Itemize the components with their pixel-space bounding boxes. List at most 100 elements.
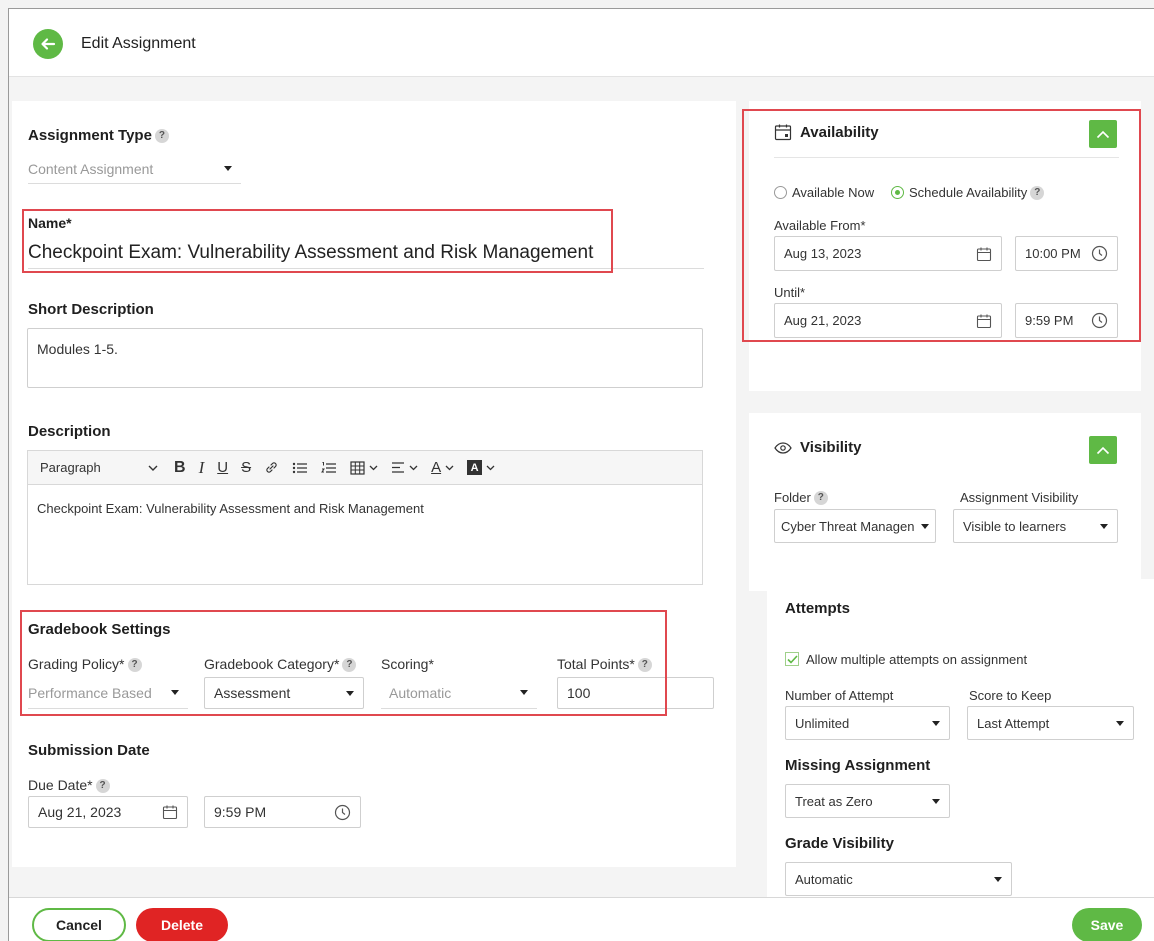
clock-icon[interactable] <box>1091 312 1108 329</box>
until-date-input[interactable]: Aug 21, 2023 <box>774 303 1002 338</box>
allow-multiple-checkbox[interactable] <box>785 652 799 666</box>
eye-icon <box>774 441 792 454</box>
total-points-label: Total Points*? <box>557 656 652 672</box>
grading-policy-select[interactable]: Performance Based <box>28 677 188 709</box>
availability-title: Availability <box>774 123 879 141</box>
name-label: Name* <box>28 215 72 231</box>
available-from-label: Available From* <box>774 218 866 233</box>
folder-label: Folder? <box>774 490 828 505</box>
visibility-collapse-button[interactable] <box>1089 436 1117 464</box>
chevron-up-icon <box>1096 130 1110 139</box>
chevron-down-icon <box>346 690 354 696</box>
clock-icon[interactable] <box>334 804 351 821</box>
chevron-down-icon <box>520 690 528 695</box>
missing-assignment-select[interactable]: Treat as Zero <box>785 784 950 818</box>
help-icon[interactable]: ? <box>95 779 110 793</box>
underline-button[interactable]: U <box>217 459 228 476</box>
score-to-keep-select[interactable]: Last Attempt <box>967 706 1134 740</box>
background-color-button[interactable]: A <box>467 460 495 475</box>
paragraph-format-select[interactable]: Paragraph <box>40 460 158 475</box>
checkmark-icon <box>786 654 798 664</box>
due-date-input[interactable]: Aug 21, 2023 <box>28 796 188 828</box>
page-header: Edit Assignment <box>9 9 1154 77</box>
assignment-type-select[interactable]: Content Assignment <box>28 154 241 184</box>
scoring-select[interactable]: Automatic <box>381 677 537 709</box>
delete-button[interactable]: Delete <box>136 908 228 941</box>
grade-visibility-select[interactable]: Automatic <box>785 862 1012 896</box>
chevron-down-icon <box>1100 523 1108 529</box>
total-points-input[interactable]: 100 <box>557 677 714 709</box>
calendar-icon <box>774 123 792 141</box>
numbered-list-icon[interactable] <box>321 461 337 475</box>
link-icon[interactable] <box>264 460 279 475</box>
grading-policy-label: Grading Policy*? <box>28 656 142 672</box>
bullet-list-icon[interactable] <box>292 461 308 475</box>
due-date-label: Due Date*? <box>28 777 110 793</box>
app-window: Edit Assignment Assignment Type? Content… <box>8 8 1154 941</box>
help-icon[interactable]: ? <box>127 658 142 672</box>
short-description-input[interactable]: Modules 1-5. <box>27 328 703 388</box>
save-button[interactable]: Save <box>1072 908 1142 941</box>
action-footer: Cancel Delete Save <box>9 897 1154 941</box>
assignment-visibility-select[interactable]: Visible to learners <box>953 509 1118 543</box>
attempts-title: Attempts <box>785 600 851 617</box>
chevron-down-icon <box>932 798 940 804</box>
assignment-visibility-label: Assignment Visibility <box>960 490 1079 505</box>
availability-divider <box>774 157 1119 158</box>
chevron-down-icon <box>994 876 1002 882</box>
submission-date-title: Submission Date <box>28 742 150 759</box>
clock-icon[interactable] <box>1091 245 1108 262</box>
description-label: Description <box>28 423 111 440</box>
number-of-attempt-label: Number of Attempt <box>785 688 894 703</box>
name-input[interactable]: Checkpoint Exam: Vulnerability Assessmen… <box>28 237 704 269</box>
chevron-down-icon <box>921 523 929 529</box>
cancel-button[interactable]: Cancel <box>32 908 126 941</box>
strikethrough-button[interactable]: S <box>241 459 251 476</box>
scoring-label: Scoring* <box>381 656 434 672</box>
calendar-icon[interactable] <box>976 313 992 329</box>
help-icon[interactable]: ? <box>1030 186 1045 200</box>
page-title: Edit Assignment <box>81 35 196 52</box>
back-button[interactable] <box>33 29 63 59</box>
table-icon[interactable] <box>350 460 378 475</box>
help-icon[interactable]: ? <box>637 658 652 672</box>
align-icon[interactable] <box>391 461 418 474</box>
arrow-left-icon <box>40 36 56 52</box>
until-time-input[interactable]: 9:59 PM <box>1015 303 1118 338</box>
radio-selected-icon <box>891 186 904 199</box>
folder-select[interactable]: Cyber Threat Managen <box>774 509 936 543</box>
font-color-button[interactable]: A <box>431 459 454 476</box>
number-of-attempt-select[interactable]: Unlimited <box>785 706 950 740</box>
gradebook-category-select[interactable]: Assessment <box>204 677 364 709</box>
until-label: Until* <box>774 285 806 300</box>
calendar-icon[interactable] <box>976 246 992 262</box>
chevron-down-icon <box>932 720 940 726</box>
editor-toolbar: Paragraph B I U S A A <box>27 450 703 485</box>
chevron-down-icon <box>1116 720 1124 726</box>
available-from-date-input[interactable]: Aug 13, 2023 <box>774 236 1002 271</box>
availability-collapse-button[interactable] <box>1089 120 1117 148</box>
radio-available-now[interactable]: Available Now <box>774 185 874 200</box>
help-icon[interactable]: ? <box>342 658 357 672</box>
highlight-icon: A <box>467 460 483 475</box>
radio-schedule-availability[interactable]: Schedule Availability? <box>891 185 1045 200</box>
missing-assignment-title: Missing Assignment <box>785 757 931 774</box>
bold-button[interactable]: B <box>174 459 186 477</box>
gradebook-category-label: Gradebook Category*? <box>204 656 357 672</box>
due-time-input[interactable]: 9:59 PM <box>204 796 361 828</box>
short-description-label: Short Description <box>28 301 154 318</box>
description-editor[interactable]: Checkpoint Exam: Vulnerability Assessmen… <box>27 485 703 585</box>
available-from-time-input[interactable]: 10:00 PM <box>1015 236 1118 271</box>
chevron-down-icon <box>148 460 158 475</box>
gradebook-settings-title: Gradebook Settings <box>28 621 171 638</box>
allow-multiple-label: Allow multiple attempts on assignment <box>806 652 1028 667</box>
help-icon[interactable]: ? <box>813 491 828 505</box>
radio-icon <box>774 186 787 199</box>
help-icon[interactable]: ? <box>154 129 169 143</box>
chevron-up-icon <box>1096 446 1110 455</box>
chevron-down-icon <box>224 166 232 171</box>
calendar-icon[interactable] <box>162 804 178 820</box>
score-to-keep-label: Score to Keep <box>969 688 1052 703</box>
italic-button[interactable]: I <box>199 458 205 478</box>
grade-visibility-title: Grade Visibility <box>785 835 894 852</box>
